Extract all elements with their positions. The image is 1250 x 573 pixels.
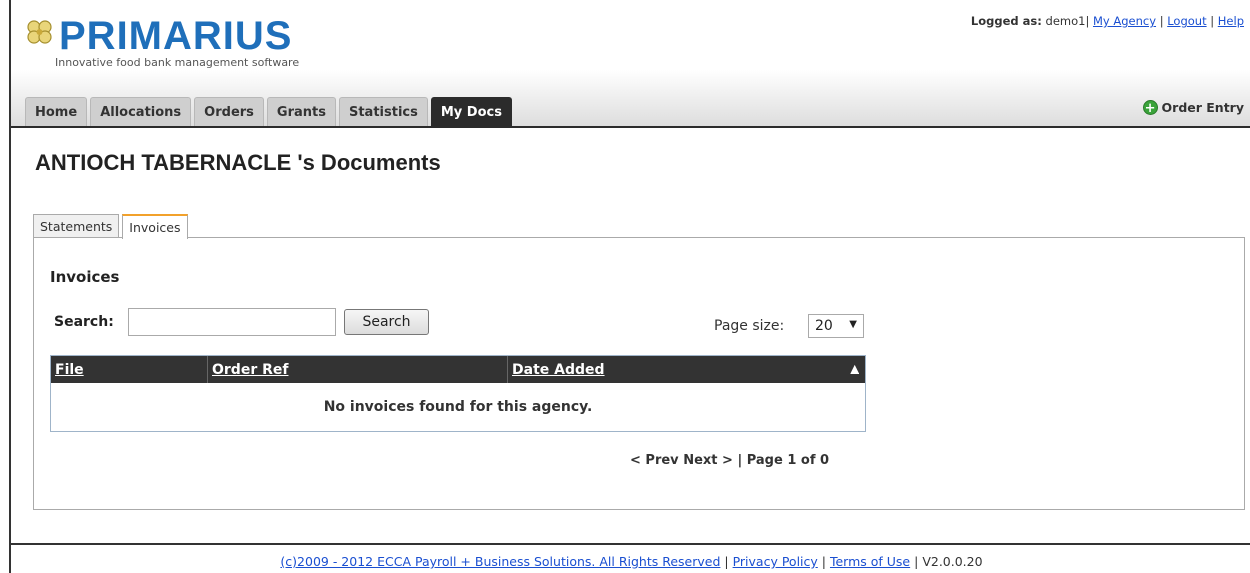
page-size-value: 20 [815,318,833,334]
nav-tab-grants[interactable]: Grants [266,97,336,126]
prev-page-link[interactable]: < Prev [630,453,679,468]
nav-tab-orders[interactable]: Orders [194,97,264,126]
username: demo1 [1045,14,1086,28]
nav-tab-home[interactable]: Home [25,97,88,126]
page-size-select[interactable]: 20 ▼ [808,314,864,338]
footer-divider [11,543,1250,545]
page-size-label: Page size: [714,318,785,334]
column-header-file: File [51,356,208,383]
document-tabs: Statements Invoices [33,214,191,239]
footer-separator: | [914,554,919,569]
order-entry-label: Order Entry [1161,100,1244,115]
separator: | [1159,14,1164,28]
panel-title: Invoices [50,268,120,286]
nav-tab-statistics[interactable]: Statistics [338,97,428,126]
search-label: Search: [54,314,114,330]
nav-tab-my-docs[interactable]: My Docs [430,97,512,126]
nav-tab-allocations[interactable]: Allocations [90,97,192,126]
page-title: ANTIOCH TABERNACLE 's Documents [35,150,441,175]
footer-separator: | [724,554,729,569]
tab-invoices[interactable]: Invoices [122,214,188,239]
main-nav: Home Allocations Orders Grants Statistic… [25,97,515,127]
version-text: V2.0.0.20 [922,554,983,569]
terms-of-use-link[interactable]: Terms of Use [830,554,910,569]
tab-statements[interactable]: Statements [33,214,120,238]
chevron-down-icon: ▼ [849,319,857,330]
sort-order-ref-link[interactable]: Order Ref [212,362,288,378]
user-bar: Logged as: demo1| My Agency | Logout | H… [971,14,1244,28]
sort-ascending-icon: ▲ [850,362,859,375]
next-page-link[interactable]: Next > [683,453,733,468]
header-divider [11,126,1250,128]
sort-date-added-link[interactable]: Date Added [512,362,605,378]
order-entry-link[interactable]: + Order Entry [1142,100,1244,116]
empty-message: No invoices found for this agency. [51,383,865,431]
logout-link[interactable]: Logout [1167,14,1206,28]
invoices-table: File Order Ref Date Added ▲ No invoices … [50,355,866,432]
sort-file-link[interactable]: File [55,362,84,378]
search-button[interactable]: Search [344,309,429,335]
page-info: Page 1 of 0 [746,453,830,468]
invoices-panel: Invoices Search: Search Page size: 20 ▼ … [33,237,1245,510]
footer-separator: | [821,554,826,569]
logged-as-label: Logged as: [970,14,1042,28]
separator: | [1085,14,1090,28]
help-link[interactable]: Help [1218,14,1244,28]
search-input[interactable] [128,308,336,336]
brand-tagline: Innovative food bank management software [55,56,300,69]
header: PRIMARIUS Innovative food bank managemen… [11,0,1250,128]
column-header-date-added: Date Added ▲ [508,356,865,383]
brand-name: PRIMARIUS [59,14,293,58]
add-circle-icon: + [1142,100,1158,116]
pager: < Prev Next > | Page 1 of 0 [630,453,829,468]
table-header: File Order Ref Date Added ▲ [51,356,865,383]
page: PRIMARIUS Innovative food bank managemen… [9,0,1250,573]
flower-logo-icon [27,20,52,44]
copyright-link[interactable]: (c)2009 - 2012 ECCA Payroll + Business S… [280,554,720,569]
privacy-policy-link[interactable]: Privacy Policy [733,554,818,569]
column-header-order-ref: Order Ref [208,356,508,383]
footer: (c)2009 - 2012 ECCA Payroll + Business S… [11,554,1250,569]
pager-separator: | [737,453,743,468]
my-agency-link[interactable]: My Agency [1093,14,1156,28]
separator: | [1210,14,1215,28]
